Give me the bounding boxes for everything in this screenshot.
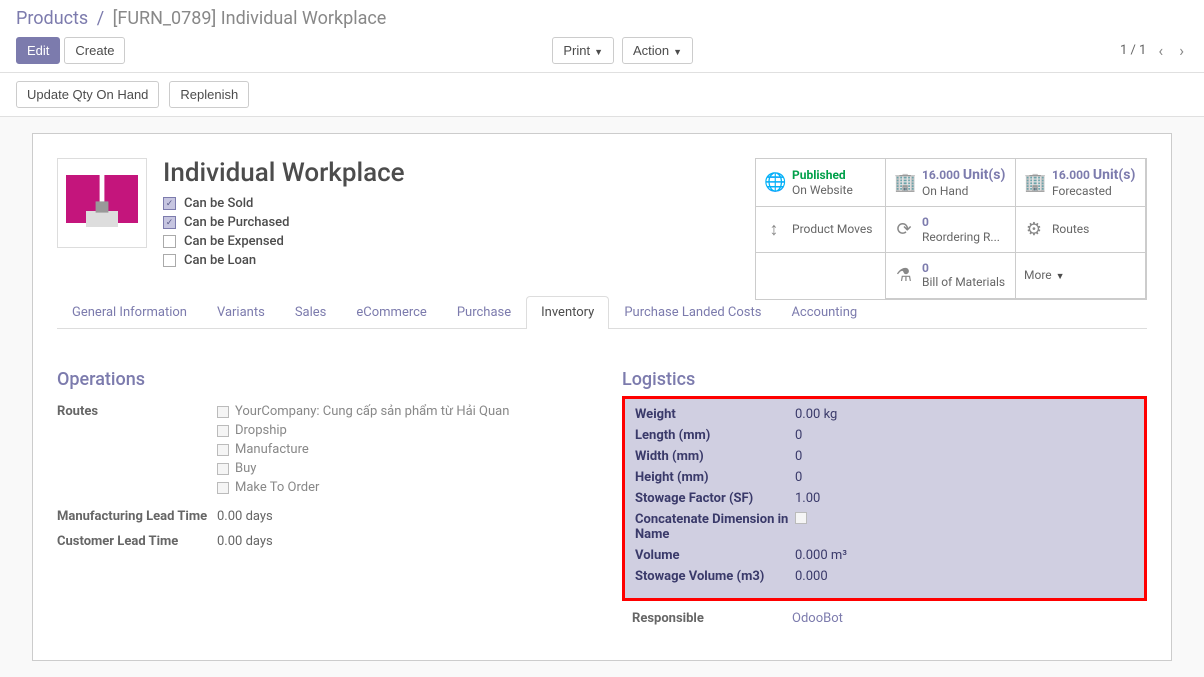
- concat-checkbox[interactable]: [795, 512, 807, 524]
- responsible-label: Responsible: [632, 611, 792, 626]
- logistics-highlight: Weight0.00 kg Length (mm)0 Width (mm)0 H…: [622, 396, 1147, 601]
- operations-title: Operations: [57, 369, 582, 390]
- globe-icon: 🌐: [764, 172, 784, 193]
- building-icon: 🏢: [1024, 172, 1044, 193]
- route-checkbox[interactable]: [217, 406, 229, 418]
- stat-product-moves[interactable]: ↕ Product Moves: [755, 206, 886, 253]
- breadcrumb-current: [FURN_0789] Individual Workplace: [113, 8, 387, 29]
- cust-lead-value: 0.00 days: [217, 534, 273, 549]
- update-qty-button[interactable]: Update Qty On Hand: [16, 81, 159, 108]
- edit-button[interactable]: Edit: [16, 37, 60, 64]
- tab-variants[interactable]: Variants: [202, 296, 280, 328]
- route-checkbox[interactable]: [217, 425, 229, 437]
- stat-reordering[interactable]: ⟳ 0Reordering R...: [885, 206, 1016, 253]
- tab-landed[interactable]: Purchase Landed Costs: [609, 296, 776, 328]
- product-image[interactable]: [57, 158, 147, 248]
- tab-ecommerce[interactable]: eCommerce: [341, 296, 441, 328]
- refresh-icon: ⟳: [894, 219, 914, 240]
- responsible-value[interactable]: OdooBot: [792, 611, 843, 626]
- route-checkbox[interactable]: [217, 482, 229, 494]
- can-be-expensed-checkbox[interactable]: [163, 235, 176, 248]
- arrows-icon: ↕: [764, 219, 784, 240]
- stat-buttons: 🌐 PublishedOn Website 🏢 16.000 Unit(s)On…: [755, 158, 1147, 300]
- tab-sales[interactable]: Sales: [280, 296, 342, 328]
- can-be-sold-checkbox[interactable]: [163, 197, 176, 210]
- mfg-lead-label: Manufacturing Lead Time: [57, 509, 217, 524]
- stat-on-hand[interactable]: 🏢 16.000 Unit(s)On Hand: [885, 158, 1016, 207]
- next-button[interactable]: ›: [1175, 37, 1188, 64]
- logistics-title: Logistics: [622, 369, 1147, 390]
- stat-routes[interactable]: ⚙ Routes: [1015, 206, 1146, 253]
- can-be-purchased-checkbox[interactable]: [163, 216, 176, 229]
- breadcrumb: Products / [FURN_0789] Individual Workpl…: [16, 8, 1188, 29]
- route-checkbox[interactable]: [217, 463, 229, 475]
- mfg-lead-value: 0.00 days: [217, 509, 273, 524]
- tab-purchase[interactable]: Purchase: [442, 296, 526, 328]
- flask-icon: ⚗: [894, 265, 914, 286]
- routes-list: YourCompany: Cung cấp sản phẩm từ Hải Qu…: [217, 404, 509, 499]
- tab-accounting[interactable]: Accounting: [776, 296, 872, 328]
- tabs: General Information Variants Sales eComm…: [57, 296, 1147, 329]
- create-button[interactable]: Create: [64, 37, 125, 64]
- can-be-loan-checkbox[interactable]: [163, 254, 176, 267]
- stat-published[interactable]: 🌐 PublishedOn Website: [755, 158, 886, 207]
- print-button[interactable]: Print▼: [552, 37, 614, 64]
- routes-label: Routes: [57, 404, 217, 499]
- action-button[interactable]: Action▼: [622, 37, 693, 64]
- cogs-icon: ⚙: [1024, 219, 1044, 240]
- stat-more[interactable]: More▼: [1015, 252, 1146, 299]
- route-checkbox[interactable]: [217, 444, 229, 456]
- product-name: Individual Workplace: [163, 158, 405, 188]
- pager: 1 / 1: [1120, 43, 1146, 58]
- tab-inventory[interactable]: Inventory: [526, 296, 609, 329]
- building-icon: 🏢: [894, 172, 914, 193]
- stat-bom[interactable]: ⚗ 0Bill of Materials: [885, 252, 1016, 299]
- cust-lead-label: Customer Lead Time: [57, 534, 217, 549]
- stat-forecasted[interactable]: 🏢 16.000 Unit(s)Forecasted: [1015, 158, 1146, 207]
- replenish-button[interactable]: Replenish: [169, 81, 249, 108]
- tab-general[interactable]: General Information: [57, 296, 202, 328]
- prev-button[interactable]: ‹: [1154, 37, 1167, 64]
- breadcrumb-root[interactable]: Products: [16, 8, 88, 29]
